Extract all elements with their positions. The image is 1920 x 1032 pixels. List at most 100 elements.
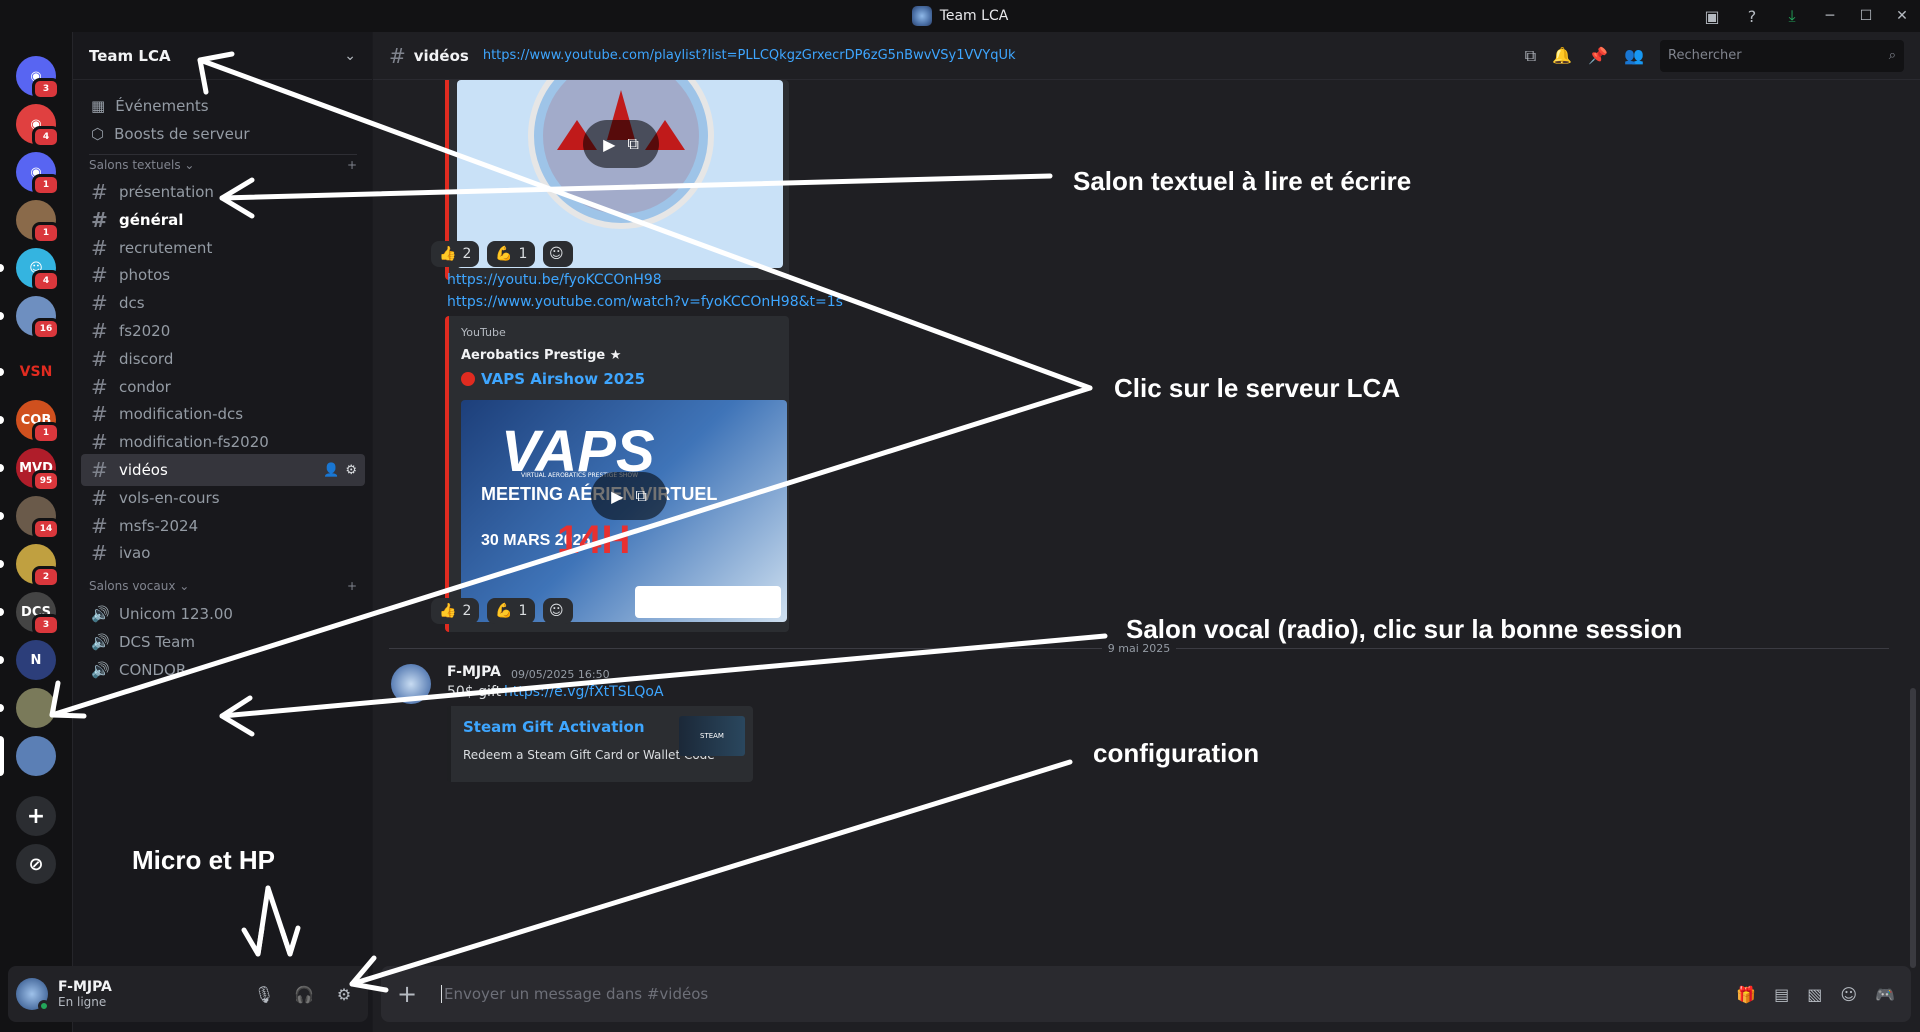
- play-button[interactable]: ▶ ⧉: [583, 120, 659, 168]
- user-panel: F-MJPA En ligne 🎙 🎧 ⚙: [8, 966, 368, 1022]
- gift-link[interactable]: https://e.vg/fXtTSLQoA: [504, 684, 664, 700]
- close-icon[interactable]: ✕: [1884, 0, 1920, 32]
- server-icon-server-2[interactable]: ◉ 4: [16, 104, 60, 148]
- discover-icon[interactable]: ⊘: [16, 844, 56, 884]
- voice-channel-2[interactable]: 🔊 CONDOR: [81, 654, 365, 686]
- guild-header[interactable]: Team LCA ⌄: [73, 32, 372, 80]
- server-icon-server-13[interactable]: N: [16, 640, 56, 680]
- boosts-item[interactable]: ⬡ Boosts de serveur: [81, 118, 365, 150]
- server-icon-server-team-lca[interactable]: [16, 736, 56, 776]
- hash-icon: #: [91, 374, 108, 399]
- server-icon-server-8[interactable]: CQB 1: [16, 400, 60, 444]
- avatar[interactable]: [16, 978, 50, 1012]
- server-icon-server-dcs[interactable]: DCS 3: [16, 592, 60, 636]
- emoji-icon[interactable]: ☺: [1840, 985, 1857, 1004]
- channel-label: fs2020: [119, 322, 171, 340]
- add-channel-icon[interactable]: +: [347, 158, 357, 172]
- boost-icon: ⬡: [91, 125, 105, 143]
- video-thumbnail-2[interactable]: VAPS VIRTUAL AEROBATICS PRESTIGE SHOW ME…: [461, 400, 787, 622]
- avatar[interactable]: [391, 664, 431, 704]
- channel-label: modification-dcs: [119, 405, 244, 424]
- reaction-muscle[interactable]: 💪 1: [487, 598, 536, 624]
- download-icon[interactable]: ⤓: [1772, 0, 1812, 32]
- gif-icon[interactable]: ▤: [1774, 985, 1789, 1004]
- channel-label: Unicom 123.00: [119, 605, 233, 623]
- record-icon: [461, 372, 475, 386]
- video-thumbnail-1[interactable]: ▶ ⧉: [457, 80, 783, 268]
- minimize-icon[interactable]: ─: [1812, 0, 1848, 32]
- server-icon-server-11[interactable]: 2: [16, 544, 60, 588]
- channel-vols-en-cours[interactable]: # vols-en-cours: [81, 482, 365, 514]
- message-author[interactable]: F-MJPA: [447, 664, 501, 680]
- threads-icon[interactable]: ⧉: [1525, 46, 1536, 66]
- reaction-muscle[interactable]: 💪 1: [487, 241, 536, 267]
- inbox-icon[interactable]: ▣: [1692, 0, 1732, 32]
- gift-icon[interactable]: 🎁: [1736, 985, 1756, 1004]
- activities-icon[interactable]: 🎮: [1875, 985, 1895, 1004]
- steam-logo-text: STEAM: [700, 732, 724, 740]
- embed-title[interactable]: VAPS Airshow 2025: [481, 370, 645, 388]
- search-icon: ⌕: [1888, 48, 1896, 63]
- hash-icon: #: [91, 207, 108, 232]
- hash-icon: #: [91, 346, 108, 371]
- message-timestamp: 09/05/2025 16:50: [511, 668, 610, 681]
- microphone-icon[interactable]: 🎙: [248, 978, 280, 1010]
- voice-category-label: Salons vocaux: [89, 579, 176, 593]
- headphones-icon[interactable]: 🎧: [288, 978, 320, 1010]
- server-icon-server-6[interactable]: 16: [16, 296, 60, 340]
- channel-label: recrutement: [119, 238, 213, 257]
- search-placeholder: Rechercher: [1668, 48, 1742, 63]
- server-icon-discord-home[interactable]: ◉ 3: [16, 56, 60, 100]
- server-icon-server-3[interactable]: ◉ 1: [16, 152, 60, 196]
- composer-placeholder[interactable]: Envoyer un message dans #vidéos: [441, 985, 708, 1003]
- invite-icon[interactable]: 👤: [323, 463, 339, 478]
- server-icon-server-10[interactable]: 14: [16, 496, 60, 540]
- channel-discord[interactable]: # discord: [81, 343, 365, 375]
- server-icon-server-4[interactable]: 1: [16, 200, 60, 244]
- server-icon-server-vsn[interactable]: VSN: [16, 352, 56, 392]
- channel-ivao[interactable]: # ivao: [81, 537, 365, 569]
- sticker-icon[interactable]: ▧: [1807, 985, 1822, 1004]
- chevron-down-icon: ⌄: [344, 47, 356, 64]
- play-button[interactable]: ▶ ⧉: [591, 472, 667, 520]
- add-reaction-button[interactable]: ☺: [543, 241, 573, 267]
- channel-title: vidéos: [413, 46, 469, 65]
- member-list-icon[interactable]: 👥: [1624, 46, 1644, 65]
- server-icon-server-5[interactable]: ☺ 4: [16, 248, 60, 292]
- maximize-icon[interactable]: ☐: [1848, 0, 1884, 32]
- reaction-thumbsup[interactable]: 👍 2: [431, 598, 480, 624]
- help-icon[interactable]: ?: [1732, 0, 1772, 32]
- channel-label: présentation: [119, 183, 214, 201]
- reaction-count: 1: [518, 603, 528, 619]
- text-category-header[interactable]: Salons textuels ⌄ +: [89, 155, 357, 175]
- reaction-thumbsup[interactable]: 👍 2: [431, 241, 480, 267]
- bell-icon[interactable]: 🔔: [1552, 46, 1572, 65]
- unread-indicator: [0, 512, 4, 520]
- server-icon-server-14[interactable]: [16, 688, 56, 728]
- pin-icon[interactable]: 📌: [1588, 46, 1608, 65]
- message-composer[interactable]: + Envoyer un message dans #vidéos 🎁 ▤ ▧ …: [381, 966, 1911, 1022]
- settings-gear-icon[interactable]: ⚙: [328, 978, 360, 1010]
- channel-topic-link[interactable]: https://www.youtube.com/playlist?list=PL…: [483, 48, 1016, 63]
- youtube-link-2[interactable]: https://www.youtube.com/watch?v=fyoKCCOn…: [447, 294, 843, 310]
- smiley-icon: ☺: [549, 603, 564, 619]
- steam-card: Steam Gift Activation Redeem a Steam Gif…: [447, 706, 753, 782]
- add-attachment-icon[interactable]: +: [397, 980, 429, 1008]
- title-bar: Team LCA ▣ ? ⤓ ─ ☐ ✕: [0, 0, 1920, 32]
- add-server-icon[interactable]: +: [16, 796, 56, 836]
- mention-badge: 1: [32, 222, 60, 244]
- channel-général[interactable]: # général: [81, 204, 365, 236]
- gear-icon[interactable]: ⚙: [345, 463, 357, 478]
- search-input[interactable]: Rechercher ⌕: [1660, 39, 1904, 72]
- channel-label: dcs: [119, 294, 145, 313]
- embed-author[interactable]: Aerobatics Prestige ★: [461, 348, 621, 363]
- voice-category-header[interactable]: Salons vocaux ⌄ +: [89, 576, 357, 596]
- server-icon-server-mvd[interactable]: MVD 95: [16, 448, 60, 492]
- youtube-link-1[interactable]: https://youtu.be/fyoKCCOnH98: [447, 272, 662, 288]
- add-channel-icon[interactable]: +: [347, 579, 357, 593]
- add-reaction-button[interactable]: ☺: [543, 598, 573, 624]
- hash-icon: #: [91, 263, 108, 288]
- scrollbar[interactable]: [1910, 688, 1916, 968]
- card-title[interactable]: Steam Gift Activation: [463, 718, 645, 736]
- mention-badge: 1: [32, 174, 60, 196]
